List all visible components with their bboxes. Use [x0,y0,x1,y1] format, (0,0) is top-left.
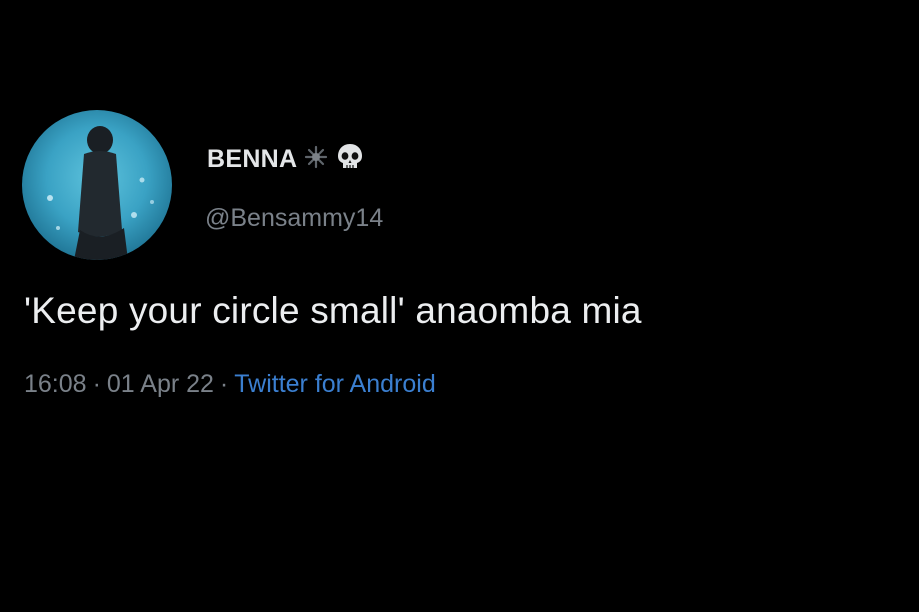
tweet-meta: 16:08 · 01 Apr 22 · Twitter for Android [24,370,436,399]
tweet-source-link[interactable]: Twitter for Android [234,370,435,398]
sparkle-icon [303,144,329,175]
tweet-time[interactable]: 16:08 [24,370,87,398]
meta-separator: · [219,370,229,398]
skull-icon [335,142,365,177]
user-handle[interactable]: @Bensammy14 [205,204,383,233]
tweet-card: BENNA @Bensammy14 'Keep your circle smal… [0,0,919,612]
tweet-text: 'Keep your circle small' anaomba mia [24,290,642,331]
tweet-date[interactable]: 01 Apr 22 [107,370,214,398]
display-name[interactable]: BENNA [207,145,297,174]
avatar[interactable] [22,110,172,260]
author-name-row[interactable]: BENNA [207,142,365,176]
avatar-image [47,126,154,260]
meta-separator: · [92,370,101,398]
